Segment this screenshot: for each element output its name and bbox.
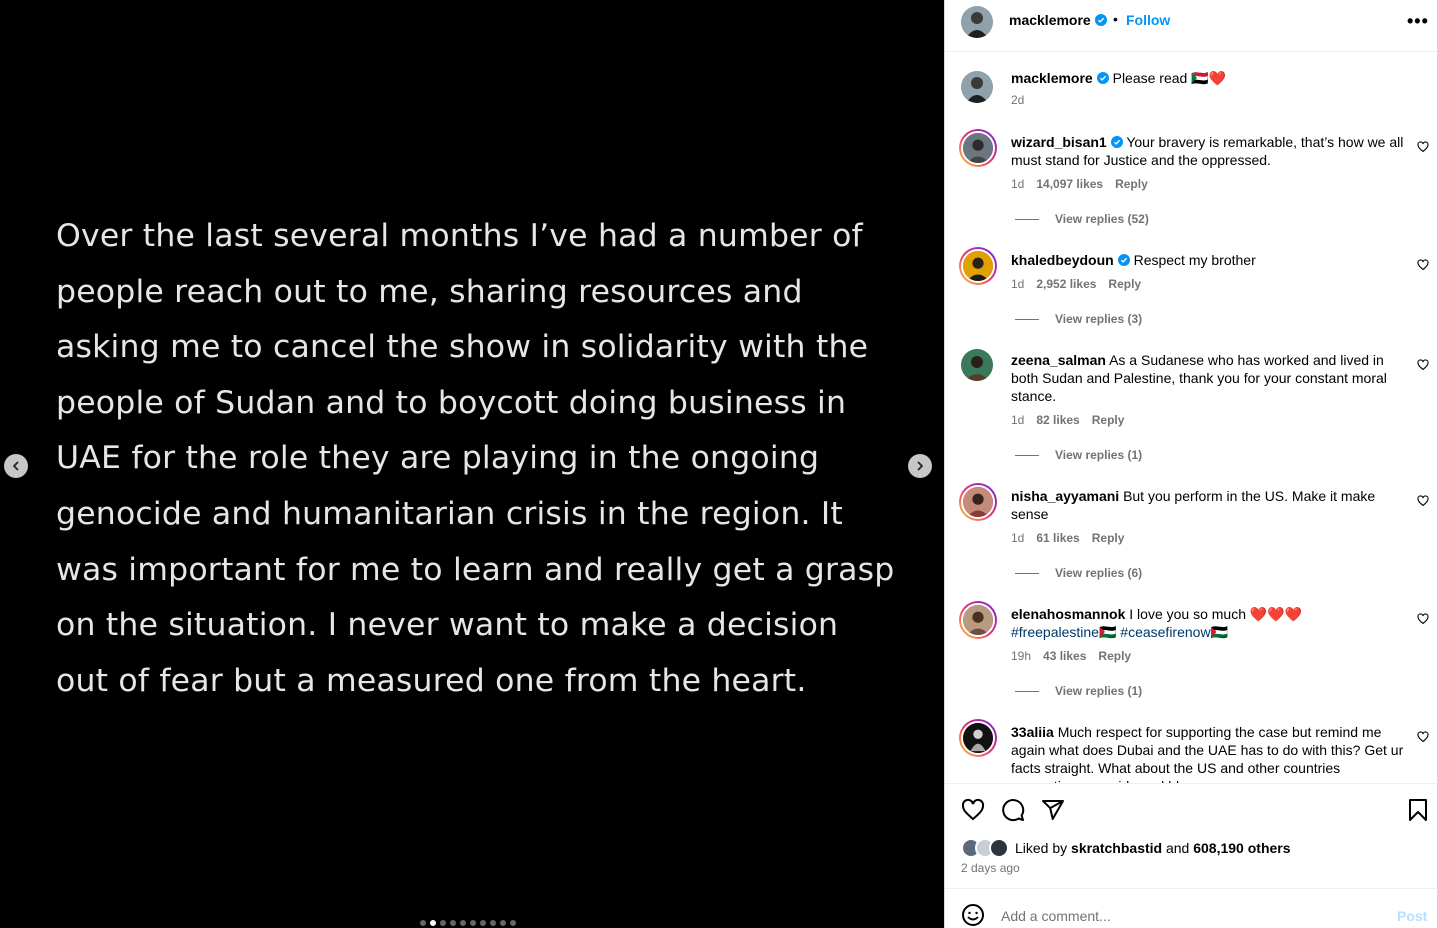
hashtag-link[interactable]: #ceasefirenow🇵🇸	[1120, 624, 1228, 640]
post-actions: Liked by skratchbastid and 608,190 other…	[945, 783, 1437, 889]
caption-username[interactable]: macklemore	[1011, 70, 1109, 86]
more-icon: •••	[1407, 11, 1429, 31]
verified-badge-icon	[1117, 254, 1130, 266]
commenter-avatar[interactable]	[961, 349, 993, 381]
comment-likes[interactable]: 82 likes	[1036, 413, 1079, 427]
comments-list[interactable]: macklemore Please read 🇸🇩❤️ 2d wizard_bi…	[945, 53, 1437, 783]
comment-time: 1d	[1011, 413, 1025, 427]
reply-button[interactable]: Reply	[1098, 649, 1131, 663]
comment-icon[interactable]	[1001, 798, 1025, 822]
comment-time: 1d	[1011, 277, 1025, 291]
comment-likes[interactable]: 14,097 likes	[1036, 177, 1103, 191]
commenter-avatar[interactable]	[959, 601, 997, 639]
more-options-button[interactable]: •••	[1407, 11, 1429, 32]
comment-like-icon[interactable]	[1417, 141, 1429, 153]
commenter-username[interactable]: elenahosmannok	[1011, 606, 1125, 622]
author-username[interactable]: macklemore	[1009, 12, 1107, 28]
comment-likes[interactable]: 43 likes	[1043, 649, 1086, 663]
commenter-username[interactable]: 33aliia	[1011, 724, 1054, 740]
slide-dot	[420, 920, 426, 926]
slide-indicator	[420, 920, 516, 926]
verified-badge-icon	[1096, 72, 1109, 84]
commenter-username[interactable]: wizard_bisan1	[1011, 134, 1123, 150]
comment-time: 1d	[1011, 531, 1025, 545]
reply-button[interactable]: Reply	[1092, 531, 1125, 545]
view-replies-button[interactable]: View replies (52)	[1015, 212, 1149, 226]
post-media: Over the last several months I’ve had a …	[0, 0, 944, 928]
share-icon[interactable]	[1041, 798, 1065, 822]
likes-count[interactable]: 608,190 others	[1193, 840, 1290, 856]
comment-text: Respect my brother	[1133, 252, 1256, 268]
view-replies-button[interactable]: View replies (3)	[1015, 312, 1142, 326]
slide-dot	[450, 920, 456, 926]
liked-by: Liked by skratchbastid and 608,190 other…	[961, 838, 1291, 858]
commenter-username[interactable]: nisha_ayyamani	[1011, 488, 1119, 504]
comment-like-icon[interactable]	[1417, 359, 1429, 371]
hashtag-link[interactable]: #freepalestine🇵🇸	[1011, 624, 1116, 640]
comment-time: 1d	[1011, 177, 1025, 191]
comment-time: 19h	[1011, 649, 1032, 663]
author-avatar[interactable]	[961, 6, 993, 38]
slide-dot	[460, 920, 466, 926]
chevron-right-icon	[917, 461, 923, 471]
comment-like-icon[interactable]	[1417, 731, 1429, 743]
slide-dot	[490, 920, 496, 926]
add-comment-bar: Add a comment... Post	[945, 888, 1437, 928]
verified-badge-icon	[1110, 136, 1123, 148]
liked-by-user[interactable]: skratchbastid	[1071, 840, 1162, 856]
comment-like-icon[interactable]	[1417, 259, 1429, 271]
commenter-username[interactable]: khaledbeydoun	[1011, 252, 1130, 268]
comment-input[interactable]: Add a comment...	[1001, 908, 1111, 924]
slide-dot	[500, 920, 506, 926]
comment-text: Much respect for supporting the case but…	[1011, 724, 1404, 783]
separator-dot: •	[1113, 11, 1118, 27]
post-side-panel: macklemore • Follow ••• macklemore Pleas…	[944, 0, 1437, 928]
comment-likes[interactable]: 61 likes	[1036, 531, 1079, 545]
heart-icon[interactable]	[961, 798, 985, 822]
commenter-avatar[interactable]	[959, 483, 997, 521]
comment-like-icon[interactable]	[1417, 495, 1429, 507]
commenter-avatar[interactable]	[959, 719, 997, 757]
slide-dot	[440, 920, 446, 926]
view-replies-button[interactable]: View replies (6)	[1015, 566, 1142, 580]
chevron-left-icon	[13, 461, 19, 471]
next-slide-button[interactable]	[908, 454, 932, 478]
comment-likes[interactable]: 2,952 likes	[1036, 277, 1096, 291]
comment-like-icon[interactable]	[1417, 613, 1429, 625]
view-replies-button[interactable]: View replies (1)	[1015, 684, 1142, 698]
previous-slide-button[interactable]	[4, 454, 28, 478]
commenter-avatar[interactable]	[959, 129, 997, 167]
commenter-username[interactable]: zeena_salman	[1011, 352, 1106, 368]
post-time: 2 days ago	[961, 861, 1020, 875]
follow-button[interactable]: Follow	[1126, 12, 1170, 28]
slide-text: Over the last several months I’ve had a …	[56, 218, 895, 699]
liker-avatar	[989, 838, 1009, 858]
caption-time: 2d	[1011, 93, 1025, 107]
commenter-avatar[interactable]	[959, 247, 997, 285]
post-button[interactable]: Post	[1397, 908, 1427, 924]
verified-badge-icon	[1094, 14, 1107, 26]
reply-button[interactable]: Reply	[1115, 177, 1148, 191]
reply-button[interactable]: Reply	[1108, 277, 1141, 291]
view-replies-button[interactable]: View replies (1)	[1015, 448, 1142, 462]
slide-dot-active	[430, 920, 436, 926]
emoji-icon[interactable]	[961, 903, 985, 927]
slide-dot	[470, 920, 476, 926]
author-avatar[interactable]	[961, 71, 993, 103]
reply-button[interactable]: Reply	[1092, 413, 1125, 427]
comment-text: I love you so much ❤️❤️❤️	[1129, 606, 1303, 622]
bookmark-icon[interactable]	[1406, 798, 1430, 822]
slide-dot	[480, 920, 486, 926]
post-header: macklemore • Follow •••	[945, 0, 1437, 52]
slide-dot	[510, 920, 516, 926]
caption-text: Please read 🇸🇩❤️	[1112, 70, 1227, 86]
